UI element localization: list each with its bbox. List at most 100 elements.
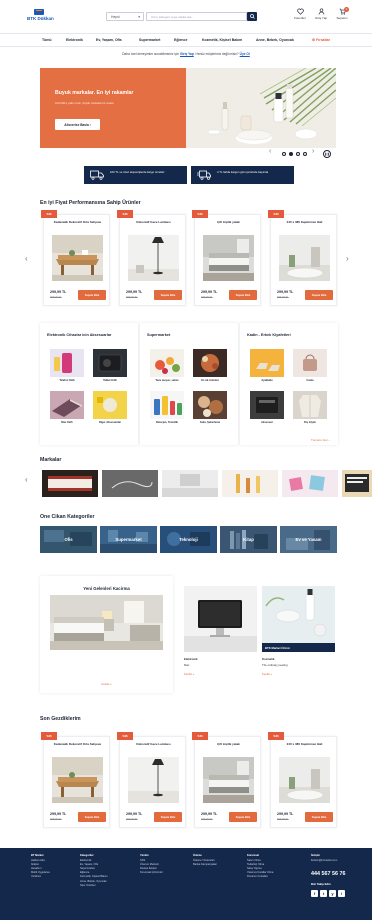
add-to-cart-button[interactable]: Sepete Ekle [154, 812, 182, 822]
brand-logo[interactable] [222, 470, 278, 497]
twitter-icon[interactable]: t [320, 890, 327, 897]
add-to-cart-button[interactable]: Sepete Ekle [229, 290, 257, 300]
hero-prev-arrow[interactable]: ‹ [269, 148, 271, 155]
favorites-button[interactable]: Favoriler [292, 8, 308, 24]
add-to-cart-button[interactable]: Sepete Ekle [154, 290, 182, 300]
nav-item-deals[interactable]: ⚙ Fırsatlar [312, 38, 330, 42]
nav-item-entertainment[interactable]: Eğlence [174, 38, 187, 42]
category-cell[interactable]: Diger Aksesuarlar [93, 391, 127, 424]
site-logo[interactable]: BTK Dükkan [27, 9, 54, 24]
nav-item-supermarket[interactable]: Supermarket [139, 38, 160, 42]
best-next-arrow[interactable]: › [346, 254, 349, 263]
product-card[interactable]: %36 240 x 380 Kapitnmaz Hali 299,99 TL 4… [268, 210, 337, 306]
footer-phone[interactable]: 444 567 56 76 [311, 871, 345, 877]
featured-category-technology[interactable]: Teknoloji [160, 526, 217, 553]
search-button[interactable] [247, 12, 257, 21]
footer-email[interactable]: iletisim@btmarket.com [311, 859, 337, 863]
hero-cta-button[interactable]: Alisverise Basla › [55, 119, 100, 130]
brand-logo[interactable] [102, 470, 158, 497]
hero-dot-1[interactable] [282, 152, 286, 156]
brands-prev-arrow[interactable]: ‹ [25, 475, 28, 484]
product-name: Dekoratif Gece Lambası [136, 742, 171, 746]
footer-link[interactable]: Kozmetik, Kişisel Bakım [80, 875, 108, 879]
featured-category-books[interactable]: Kitap [220, 526, 277, 553]
instagram-icon[interactable]: i [338, 890, 345, 897]
footer-link[interactable]: Yardımcı [31, 875, 50, 879]
category-cell[interactable]: Tablet Kılıfı [93, 349, 127, 382]
product-price: 299,99 TL [126, 290, 143, 294]
new-arrival-tile-link[interactable]: Kesfet » [262, 672, 272, 676]
brand-logo[interactable] [342, 470, 372, 497]
recent-product-card[interactable]: %36 240 x 380 Kapitnmaz Hali 299,99 TL 4… [268, 732, 337, 828]
recent-product-card[interactable]: %36 Çift kişilik yatak 299,99 TL 459,00 … [192, 732, 261, 828]
category-select[interactable]: Hepsi ▾ [106, 12, 144, 21]
category-cell[interactable]: Canta [293, 349, 327, 382]
hero-left-panel [40, 68, 186, 148]
add-to-cart-button[interactable]: Sepete Ekle [305, 290, 333, 300]
nav-item-electronics[interactable]: Elektronik [66, 38, 83, 42]
featured-category-home[interactable]: Ev ve Yasam [280, 526, 337, 553]
featured-category-supermarket[interactable]: Supermarket [100, 526, 157, 553]
category-cell[interactable]: Deterjan, Temizlik [150, 391, 184, 424]
hero-cta-label: Alisverise Basla [64, 122, 89, 127]
new-arrival-tag: BTK Market Ürünü [262, 643, 335, 652]
product-card[interactable]: %36 Çift kişilik yatak 299,99 TL 459,00 … [192, 210, 261, 306]
footer-link[interactable]: Spor Outdoor [80, 884, 108, 888]
nav-item-baby-toys[interactable]: Anne, Bebek, Oyuncak [256, 38, 294, 42]
add-to-cart-button[interactable]: Sepete Ekle [78, 812, 106, 822]
footer-link[interactable]: Banka Kampanyaları [193, 863, 217, 867]
login-hint: Daha özel deneyimler sunabilmemiz için G… [0, 52, 372, 56]
new-arrival-tile-electronics[interactable] [184, 586, 257, 652]
brand-logo[interactable] [162, 470, 218, 497]
add-to-cart-button[interactable]: Sepete Ekle [229, 812, 257, 822]
new-arrivals-link[interactable]: Kesfet » [40, 682, 173, 686]
hero-dot-2[interactable] [289, 152, 293, 156]
best-prev-arrow[interactable]: ‹ [25, 254, 28, 263]
brand-logo[interactable] [42, 470, 98, 497]
nav-item-home-office[interactable]: Ev, Yaşam, Ofis [96, 38, 122, 42]
product-card[interactable]: %36 Kadanaldı Dekoratif Orta Sehpası 299… [41, 210, 110, 306]
hero-dot-4[interactable] [303, 152, 307, 156]
featured-category-office[interactable]: Ofis [40, 526, 97, 553]
login-hint-login-link[interactable]: Giriş Yap [180, 52, 194, 56]
search-input[interactable]: Ürün, kategori veya marka ara... [146, 12, 247, 21]
featured-category-label: Supermarket [115, 537, 142, 542]
discount-badge: %36 [268, 210, 284, 218]
facebook-icon[interactable]: f [311, 890, 318, 897]
hero-pause-button[interactable]: ❚❚ [323, 150, 331, 158]
hero-dot-3[interactable] [296, 152, 300, 156]
category-cell[interactable]: Et süt ürünleri [193, 349, 227, 382]
category-cell[interactable]: Aksesuar [250, 391, 284, 424]
recent-product-card[interactable]: %36 Dekoratif Gece Lambası 299,99 TL 459… [117, 732, 186, 828]
youtube-icon[interactable]: y [329, 890, 336, 897]
footer-link[interactable]: Donanım Kuralları [247, 875, 273, 879]
brand-logo[interactable] [282, 470, 338, 497]
new-arrival-tile-link[interactable]: Kesfet » [184, 672, 194, 676]
product-image-double-bed [203, 235, 254, 281]
product-card[interactable]: %36 Dekoratif Gece Lambası 299,99 TL 459… [117, 210, 186, 306]
category-cell[interactable]: Dış Giyim [293, 391, 327, 424]
hero-next-arrow[interactable]: › [312, 148, 314, 155]
footer-column-title: Yardım [140, 854, 149, 857]
category-cell[interactable]: Mac Kılıfı [50, 391, 84, 424]
featured-category-label: Ev ve Yasam [295, 537, 322, 542]
category-cell[interactable]: Telefon Kılıfı [50, 349, 84, 382]
login-hint-signup-link[interactable]: Üye Ol [240, 52, 250, 56]
category-cell[interactable]: Tuzu meyve, sebze [150, 349, 184, 382]
footer-column-title: Ödeme [193, 854, 202, 857]
login-button[interactable]: Giriş Yap [313, 8, 329, 24]
see-all-link[interactable]: Tumunu Gor › [311, 438, 330, 442]
add-to-cart-button[interactable]: Sepete Ekle [78, 290, 106, 300]
nav-item-all[interactable]: Tümü [42, 38, 52, 42]
nav-item-cosmetics[interactable]: Kozmetik, Kişisel Bakım [202, 38, 242, 42]
add-to-cart-button[interactable]: Sepete Ekle [305, 812, 333, 822]
footer-link[interactable]: Kurumsal Çözümler [140, 871, 163, 875]
cart-button[interactable]: Sepetim 0 [334, 7, 350, 24]
recent-product-card[interactable]: %36 Kadanaldı Dekoratif Orta Sehpası 299… [41, 732, 110, 828]
new-arrival-tile-cosmetics[interactable]: BTK Market Ürünü [262, 586, 335, 652]
new-arrivals-image[interactable] [50, 595, 163, 650]
category-cell[interactable]: Ayakkabı [250, 349, 284, 382]
category-cell[interactable]: Gıda, Şekerleme [193, 391, 227, 424]
category-cell-label: Deterjan, Temizlik [156, 421, 178, 424]
promo-fast-delivery: 4 TL farkla kargon gün içerisinde kapınd… [191, 166, 294, 184]
